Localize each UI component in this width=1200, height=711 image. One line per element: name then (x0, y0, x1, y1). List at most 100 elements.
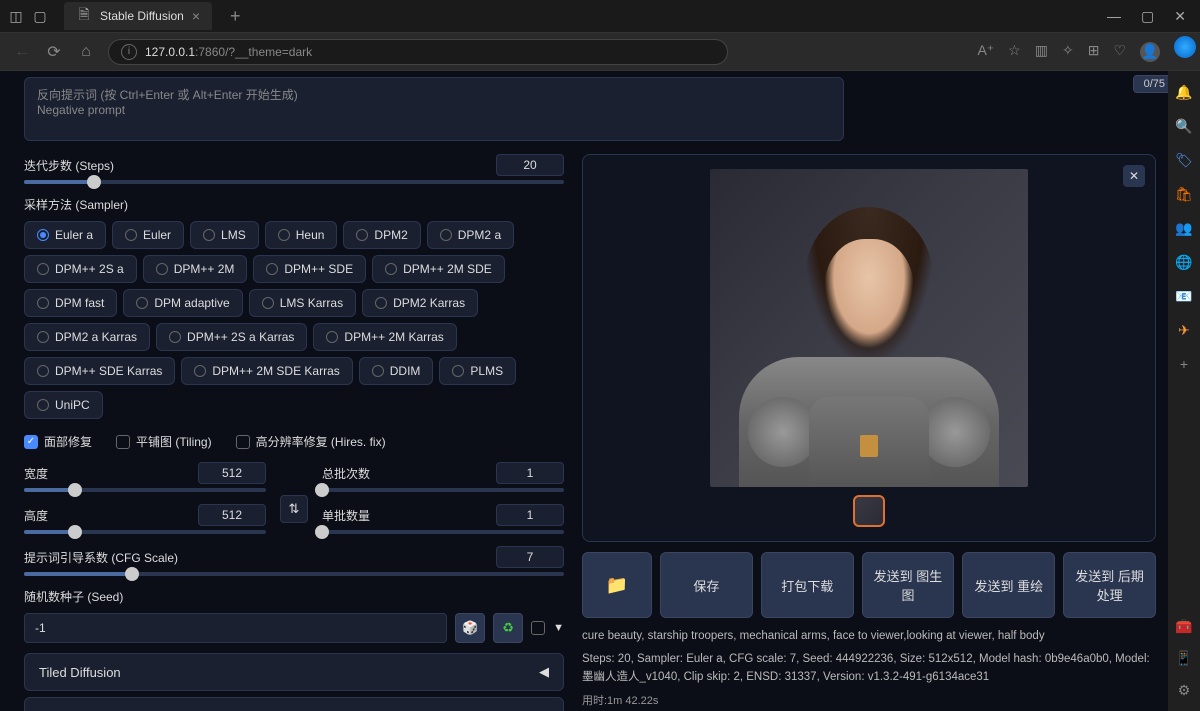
height-value[interactable]: 512 (198, 504, 266, 526)
read-aloud-icon[interactable]: A⁺ (977, 42, 994, 62)
sampler-option[interactable]: Heun (265, 221, 338, 249)
cfg-value[interactable]: 7 (496, 546, 564, 568)
thumbnail[interactable] (853, 495, 885, 527)
batch-count-value[interactable]: 1 (496, 462, 564, 484)
radio-icon (372, 365, 384, 377)
bing-icon[interactable] (1174, 36, 1196, 58)
width-slider[interactable] (24, 488, 266, 492)
sampler-option[interactable]: DPM2 (343, 221, 420, 249)
radio-icon (37, 365, 49, 377)
new-tab-button[interactable]: + (230, 6, 241, 27)
back-button[interactable]: ← (12, 43, 32, 61)
favorite-icon[interactable]: ☆ (1008, 42, 1021, 62)
heart-icon[interactable]: ♡ (1113, 42, 1126, 62)
sampler-option[interactable]: DPM++ 2S a (24, 255, 137, 283)
sampler-option[interactable]: DPM2 a Karras (24, 323, 150, 351)
radio-icon (375, 297, 387, 309)
seed-label: 随机数种子 (Seed) (24, 588, 564, 605)
random-seed-button[interactable]: 🎲 (455, 613, 485, 643)
seed-input[interactable] (24, 613, 447, 643)
save-button[interactable]: 保存 (660, 552, 753, 618)
sampler-option[interactable]: DPM++ 2M (143, 255, 248, 283)
send-img2img-button[interactable]: 发送到 图生图 (862, 552, 955, 618)
batch-count-slider[interactable] (322, 488, 564, 492)
swap-dimensions-button[interactable]: ⇅ (280, 495, 308, 523)
sidebar-settings-icon[interactable]: ⚙ (1175, 681, 1193, 699)
sidebar-bell-icon[interactable]: 🔔 (1175, 83, 1193, 101)
reuse-seed-button[interactable]: ♻ (493, 613, 523, 643)
sidebar-send-icon[interactable]: ✈ (1175, 321, 1193, 339)
sampler-option[interactable]: LMS Karras (249, 289, 356, 317)
radio-icon (203, 229, 215, 241)
sampler-option[interactable]: DPM fast (24, 289, 117, 317)
reader-icon[interactable]: ▥ (1035, 42, 1048, 62)
batch-size-value[interactable]: 1 (496, 504, 564, 526)
send-inpaint-button[interactable]: 发送到 重绘 (962, 552, 1055, 618)
sidebar-people-icon[interactable]: 👥 (1175, 219, 1193, 237)
minimize-button[interactable]: — (1107, 8, 1121, 25)
sidebar-browser-icon[interactable]: 🌐 (1175, 253, 1193, 271)
width-value[interactable]: 512 (198, 462, 266, 484)
sampler-option[interactable]: PLMS (439, 357, 516, 385)
sampler-option[interactable]: DPM++ SDE Karras (24, 357, 175, 385)
steps-value[interactable]: 20 (496, 154, 564, 176)
sidebar-tag-icon[interactable]: 🏷 (1175, 151, 1193, 169)
hires-fix-checkbox[interactable]: 高分辨率修复 (Hires. fix) (236, 433, 386, 450)
sampler-option[interactable]: DDIM (359, 357, 434, 385)
batch-size-slider[interactable] (322, 530, 564, 534)
send-extras-button[interactable]: 发送到 后期处理 (1063, 552, 1156, 618)
sampler-option[interactable]: LMS (190, 221, 259, 249)
sampler-option[interactable]: Euler (112, 221, 184, 249)
browser-tab[interactable]: 🗎 Stable Diffusion × (64, 2, 212, 30)
radio-icon (326, 331, 338, 343)
sampler-option[interactable]: Euler a (24, 221, 106, 249)
profile-icon[interactable]: 👤 (1140, 42, 1160, 62)
radio-icon (37, 331, 49, 343)
tiling-checkbox[interactable]: 平铺图 (Tiling) (116, 433, 212, 450)
sampler-option[interactable]: DPM++ 2M SDE Karras (181, 357, 352, 385)
radio-icon (37, 297, 49, 309)
cfg-slider[interactable] (24, 572, 564, 576)
home-button[interactable]: ⌂ (76, 43, 96, 61)
face-restore-checkbox[interactable]: ✓面部修复 (24, 433, 92, 450)
sidebar-add-icon[interactable]: + (1175, 355, 1193, 373)
accordion-tiled-vae[interactable]: Tiled VAE◀ (24, 697, 564, 711)
collections-icon[interactable]: ⊞ (1088, 42, 1100, 62)
accordion-tiled-diffusion[interactable]: Tiled Diffusion◀ (24, 653, 564, 691)
gallery-close-button[interactable]: ✕ (1123, 165, 1145, 187)
sampler-option[interactable]: DPM++ 2M SDE (372, 255, 505, 283)
sampler-option[interactable]: UniPC (24, 391, 103, 419)
open-folder-button[interactable]: 📁 (582, 552, 652, 618)
workspace-icon[interactable]: ◫ (8, 8, 24, 24)
height-slider[interactable] (24, 530, 266, 534)
maximize-button[interactable]: ▢ (1141, 8, 1154, 25)
sidebar-outlook-icon[interactable]: 📧 (1175, 287, 1193, 305)
checkbox-icon (236, 435, 250, 449)
radio-icon (194, 365, 206, 377)
generated-image[interactable] (710, 169, 1028, 487)
sampler-option[interactable]: DPM2 a (427, 221, 514, 249)
url-field[interactable]: i 127.0.0.1:7860/?__theme=dark (108, 39, 728, 65)
radio-icon (266, 263, 278, 275)
extra-checkbox[interactable] (531, 621, 545, 635)
sidebar-search-icon[interactable]: 🔍 (1175, 117, 1193, 135)
sidebar-mobile-icon[interactable]: 📱 (1175, 649, 1193, 667)
sampler-option[interactable]: DPM++ 2S a Karras (156, 323, 307, 351)
checkbox-icon: ✓ (24, 435, 38, 449)
sampler-option[interactable]: DPM2 Karras (362, 289, 478, 317)
sampler-option[interactable]: DPM++ 2M Karras (313, 323, 456, 351)
close-icon[interactable]: × (192, 8, 200, 24)
refresh-button[interactable]: ⟳ (44, 42, 64, 62)
sampler-option[interactable]: DPM adaptive (123, 289, 242, 317)
sidebar-shop-icon[interactable]: 🛍 (1175, 185, 1193, 203)
tabs-icon[interactable]: ▢ (32, 8, 48, 24)
zip-download-button[interactable]: 打包下载 (761, 552, 854, 618)
sidebar-toolbox-icon[interactable]: 🧰 (1175, 617, 1193, 635)
batch-size-label: 单批数量 (322, 507, 370, 524)
sampler-option[interactable]: DPM++ SDE (253, 255, 366, 283)
negative-prompt-input[interactable] (24, 77, 844, 141)
steps-slider[interactable] (24, 180, 564, 184)
favorites-bar-icon[interactable]: ✧ (1062, 42, 1074, 62)
info-icon[interactable]: i (121, 44, 137, 60)
close-window-button[interactable]: ✕ (1174, 8, 1186, 25)
